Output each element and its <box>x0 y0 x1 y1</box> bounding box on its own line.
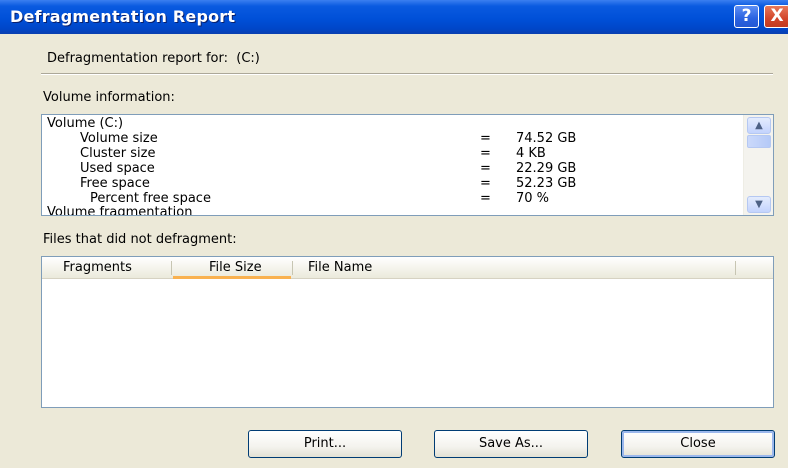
volume-row-value: 52.23 GB <box>516 176 577 191</box>
volume-row-key: Used space <box>80 161 155 176</box>
save-as-button[interactable]: Save As... <box>434 430 588 458</box>
scroll-down-button[interactable]: ▼ <box>747 196 771 213</box>
volume-row-key: Volume size <box>80 131 158 146</box>
volume-row-key: Free space <box>80 176 150 191</box>
column-separator[interactable] <box>171 261 172 275</box>
close-window-button[interactable]: X <box>764 5 788 28</box>
files-not-defragmented-list[interactable]: Fragments File Size File Name <box>41 256 774 408</box>
title-bar[interactable]: Defragmentation Report ? X <box>0 0 788 34</box>
volume-row-equals: = <box>480 161 491 176</box>
volume-information-list[interactable]: Volume (C:) Volume size = 74.52 GB Clust… <box>41 114 774 216</box>
column-header-fragments[interactable]: Fragments <box>63 257 132 279</box>
volume-row-equals: = <box>480 191 491 206</box>
help-button[interactable]: ? <box>734 5 759 28</box>
divider <box>41 73 773 75</box>
volume-row-value: 4 KB <box>516 146 546 161</box>
volume-row-value: 74.52 GB <box>516 131 577 146</box>
scroll-up-button[interactable]: ▲ <box>747 117 771 134</box>
volume-row-key: Volume fragmentation <box>47 205 193 216</box>
chevron-up-icon: ▲ <box>755 120 763 131</box>
files-list-header: Fragments File Size File Name <box>42 257 773 279</box>
volume-row: Used space = 22.29 GB <box>42 161 742 176</box>
volume-row: Volume (C:) <box>42 116 742 131</box>
volume-row-equals: = <box>480 146 491 161</box>
column-separator[interactable] <box>292 261 293 275</box>
volume-row-value: 22.29 GB <box>516 161 577 176</box>
volume-row: Cluster size = 4 KB <box>42 146 742 161</box>
files-not-defragmented-label: Files that did not defragment: <box>43 232 237 247</box>
report-for-line: Defragmentation report for: (C:) <box>47 51 260 66</box>
column-separator[interactable] <box>735 261 736 275</box>
volume-row: Volume fragmentation <box>42 205 742 216</box>
report-for-label: Defragmentation report for: <box>47 51 229 66</box>
volume-information-label: Volume information: <box>43 90 175 105</box>
defragmentation-report-dialog: Defragmentation Report ? X Defragmentati… <box>0 0 788 468</box>
volume-row: Free space = 52.23 GB <box>42 176 742 191</box>
column-header-file-name[interactable]: File Name <box>308 257 372 279</box>
window-title: Defragmentation Report <box>10 7 236 26</box>
print-button[interactable]: Print... <box>248 430 402 458</box>
volume-row: Volume size = 74.52 GB <box>42 131 742 146</box>
volume-row-key: Volume (C:) <box>47 116 124 131</box>
column-header-file-size-cell[interactable]: File Size <box>173 257 291 279</box>
volume-row-equals: = <box>480 131 491 146</box>
scrollbar-thumb[interactable] <box>747 135 771 148</box>
volume-list-scrollbar[interactable]: ▲ ▼ <box>743 115 773 215</box>
chevron-down-icon: ▼ <box>755 199 763 210</box>
volume-row: Percent free space = 70 % <box>42 191 742 206</box>
close-button[interactable]: Close <box>621 430 775 458</box>
volume-row-key: Percent free space <box>90 191 211 206</box>
volume-row-value: 70 % <box>516 191 550 206</box>
report-for-drive: (C:) <box>236 51 260 66</box>
volume-row-equals: = <box>480 176 491 191</box>
volume-row-key: Cluster size <box>80 146 156 161</box>
column-header-file-size: File Size <box>209 260 262 275</box>
